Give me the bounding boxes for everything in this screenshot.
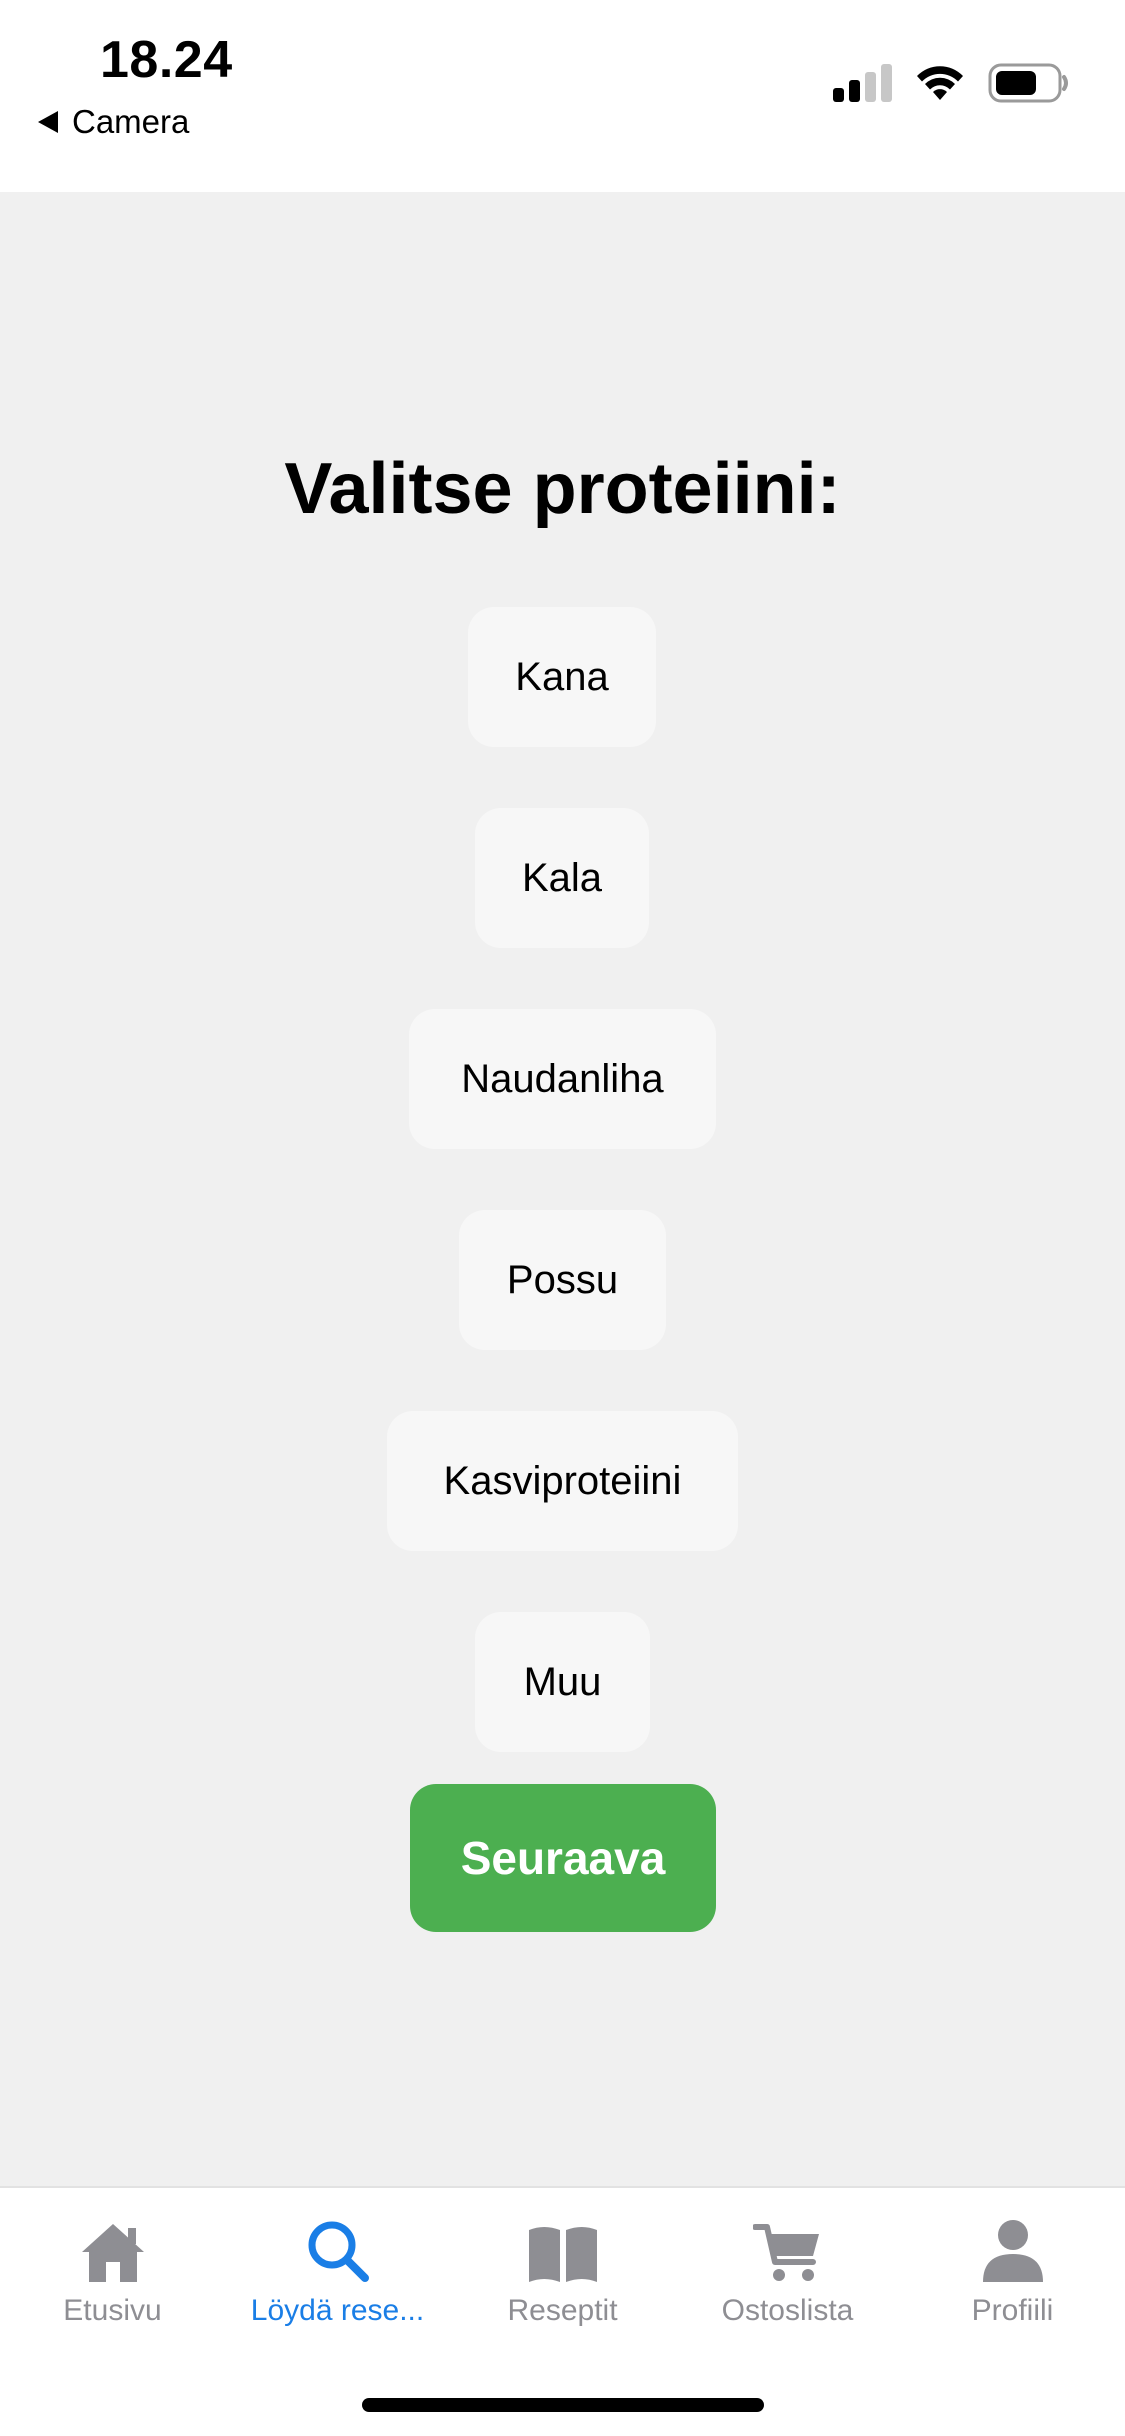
option-possu[interactable]: Possu (459, 1210, 666, 1350)
cart-icon (752, 2210, 823, 2284)
tab-etusivu[interactable]: Etusivu (0, 2188, 225, 2338)
cellular-signal-icon (833, 64, 892, 102)
option-muu[interactable]: Muu (475, 1612, 650, 1752)
tab-bar: Etusivu Löydä rese... Reseptit Ostoslist… (0, 2186, 1125, 2436)
tab-label: Profiili (971, 2294, 1054, 2327)
option-kana[interactable]: Kana (468, 607, 656, 747)
search-icon (305, 2210, 371, 2284)
option-naudanliha[interactable]: Naudanliha (409, 1009, 716, 1149)
tab-reseptit[interactable]: Reseptit (450, 2188, 675, 2338)
back-to-camera-link[interactable]: Camera (38, 100, 189, 144)
battery-icon (988, 62, 1070, 104)
tab-loyda-resepti[interactable]: Löydä rese... (225, 2188, 450, 2338)
back-label: Camera (72, 103, 190, 140)
option-kala[interactable]: Kala (475, 808, 649, 948)
tab-label: Etusivu (63, 2294, 162, 2327)
next-button[interactable]: Seuraava (410, 1784, 716, 1932)
home-indicator (362, 2398, 764, 2412)
status-bar: 18.24 Camera (0, 0, 1125, 192)
option-kasviproteiini[interactable]: Kasviproteiini (387, 1411, 738, 1551)
wifi-icon (914, 64, 966, 102)
tab-label: Löydä rese... (250, 2294, 425, 2327)
tab-label: Ostoslista (721, 2294, 854, 2327)
tab-label: Reseptit (507, 2294, 618, 2327)
person-icon (980, 2210, 1046, 2284)
home-icon (78, 2210, 148, 2284)
back-arrow-icon (38, 111, 58, 133)
status-icons (833, 62, 1070, 104)
protein-selection-screen: Valitse proteiini: Kana Kala Naudanliha … (0, 192, 1125, 2186)
status-time: 18.24 (100, 31, 233, 89)
tab-ostoslista[interactable]: Ostoslista (675, 2188, 900, 2338)
page-title: Valitse proteiini: (284, 449, 841, 529)
tab-profiili[interactable]: Profiili (900, 2188, 1125, 2338)
book-icon (526, 2210, 600, 2284)
